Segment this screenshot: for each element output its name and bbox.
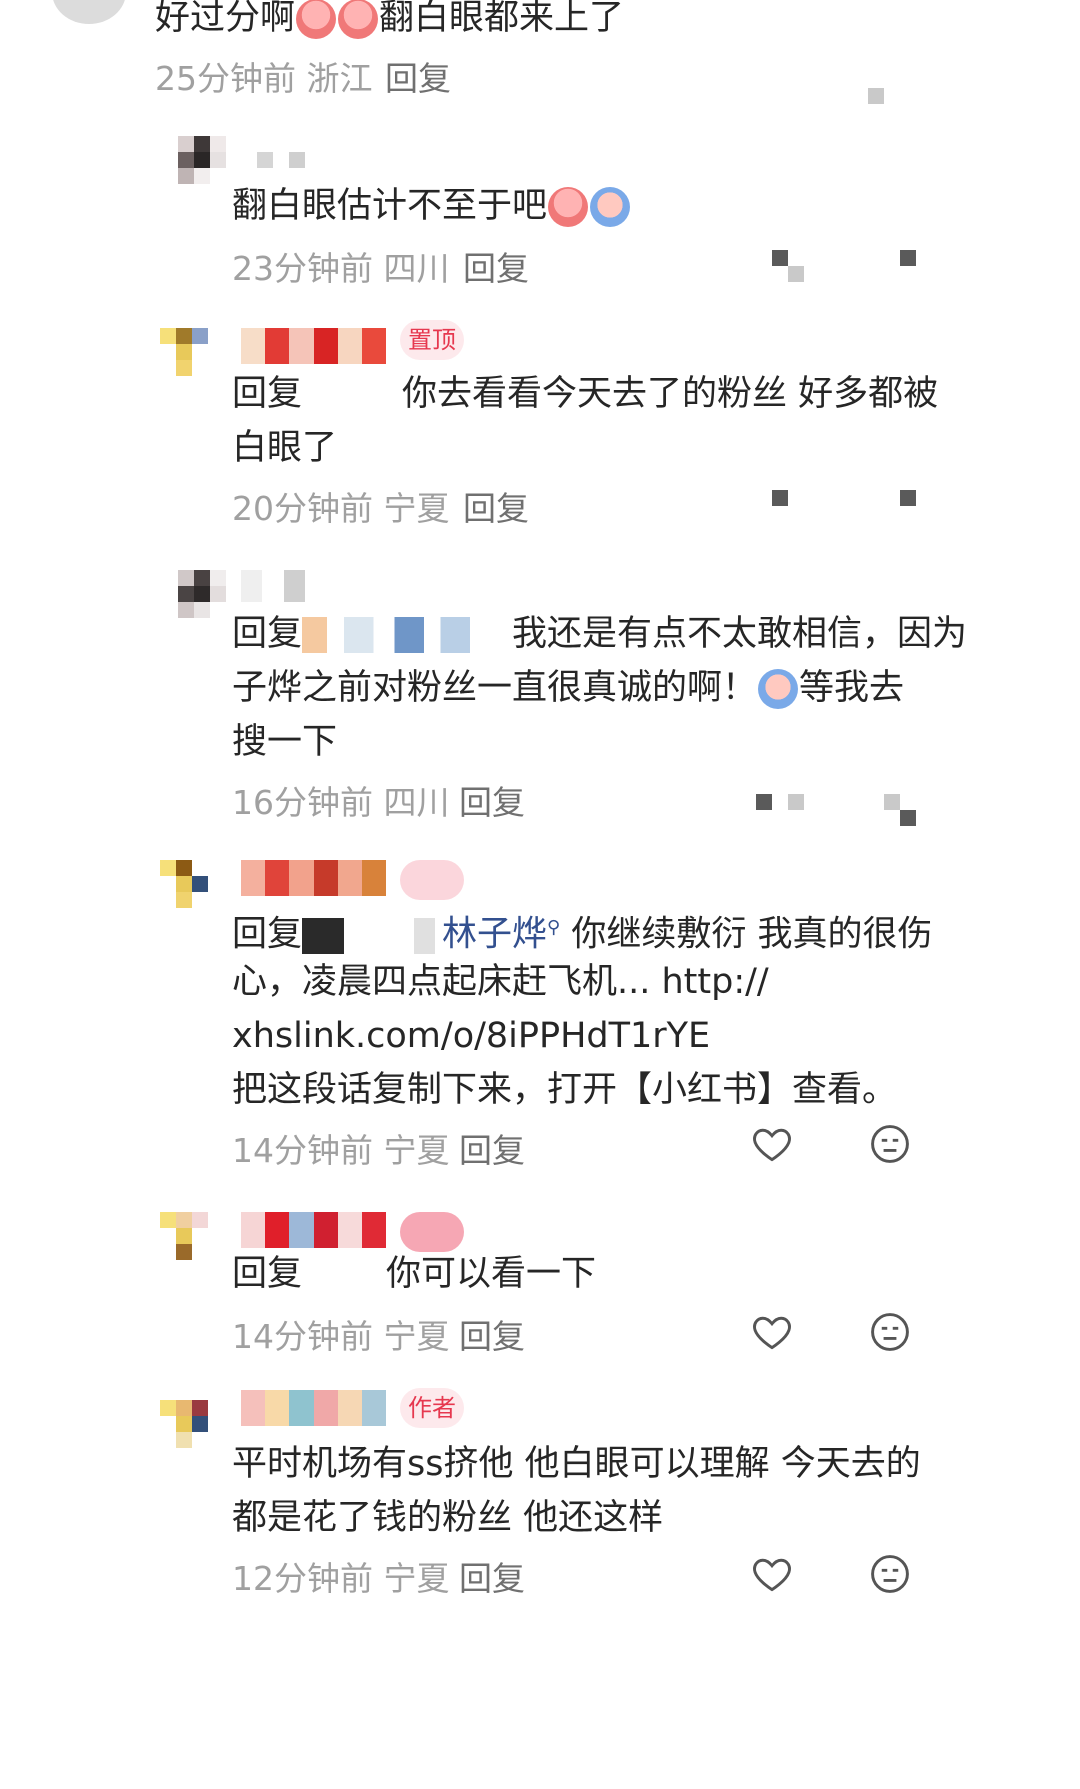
timestamp: 14分钟前 [232,1317,373,1356]
avatar[interactable] [178,136,226,184]
comment-text-part: 你去看看今天去了的粉丝 好多都被 [402,374,939,414]
reply-button[interactable]: 回复 [459,1552,525,1600]
comment-meta: 14分钟前 宁夏 [232,1124,450,1172]
timestamp: 25分钟前 [155,59,296,98]
comment-meta: 25分钟前 浙江 [155,52,373,100]
avatar[interactable] [160,1400,208,1448]
comment-text-part: 等我去 [799,668,905,708]
comment-meta: 12分钟前 宁夏 [232,1552,450,1600]
comment-text: 翻白眼估计不至于吧 [232,176,631,236]
avatar[interactable] [52,0,126,24]
sob-emoji-icon [590,187,631,227]
cry-emoji-icon [338,0,379,39]
mention-redacted [302,917,443,954]
pixel-artifact [788,266,804,282]
username-redacted[interactable] [241,860,387,896]
mention-redacted [302,617,513,653]
pixel-artifact [772,250,788,266]
timestamp: 20分钟前 [232,489,373,528]
heart-icon[interactable] [750,1552,794,1596]
pixel-artifact [900,810,916,826]
meh-icon[interactable] [868,1310,912,1354]
avatar[interactable] [178,570,226,618]
comment-text: 好过分啊 翻白眼都来上了 [155,0,624,48]
location: 宁夏 [383,1131,450,1170]
timestamp: 14分钟前 [232,1131,373,1170]
timestamp: 16分钟前 [232,783,373,822]
comment-text: 白眼了 [232,428,338,468]
comment-text: 心，凌晨四点起床赶飞机... http:// [232,962,769,1002]
reply-button[interactable]: 回复 [459,1310,525,1358]
comment-text-part: 子烨之前对粉丝一直很真诚的啊！ [232,668,758,708]
avatar[interactable] [160,328,208,376]
comment-meta: 14分钟前 宁夏 [232,1310,450,1358]
heart-icon[interactable] [750,1122,794,1166]
timestamp: 23分钟前 [232,249,373,288]
comment-text: 子烨之前对粉丝一直很真诚的啊！ 等我去 [232,658,904,718]
mention-redacted [302,377,402,413]
location: 四川 [383,249,450,288]
comment-text: 回复 我还是有点不太敢相信，因为 [232,604,967,664]
location: 浙江 [306,59,373,98]
comment-text: 平时机场有ss挤他 他白眼可以理解 今天去的 [232,1444,921,1484]
comment-text-part: 你继续敷衍 我真的很伤 [571,914,933,955]
avatar[interactable] [160,1212,208,1260]
comment-text-part: 翻白眼估计不至于吧 [232,186,548,226]
mention-link[interactable]: 林子烨 [442,915,547,955]
location: 宁夏 [383,1559,450,1598]
pixel-artifact [900,490,916,506]
cry-emoji-icon [296,0,337,39]
heart-icon[interactable] [750,1310,794,1354]
meh-icon[interactable] [868,1122,912,1166]
location: 宁夏 [383,489,450,528]
comment-text-part: 好过分啊 [155,0,296,38]
comment-meta: 16分钟前 四川 [232,776,450,824]
location: 四川 [383,783,450,822]
pixel-artifact [884,794,900,810]
reply-button[interactable]: 回复 [459,776,525,824]
mention-redacted [302,1257,386,1293]
location: 宁夏 [383,1317,450,1356]
pinned-tag [400,860,464,900]
comment-link[interactable]: xhslink.com/o/8iPPHdT1rYE [232,1006,710,1066]
reply-button[interactable]: 回复 [385,52,451,100]
comment-text: 都是花了钱的粉丝 他还这样 [232,1498,664,1538]
username-redacted[interactable] [241,1212,387,1248]
reply-button[interactable]: 回复 [463,482,529,530]
comment-text: 把这段话复制下来，打开【小红书】查看。 [232,1070,898,1110]
username-redacted[interactable] [241,328,387,364]
reply-button[interactable]: 回复 [459,1124,525,1172]
reply-prefix: 回复 [232,614,303,654]
reply-prefix: 回复 [232,374,303,414]
comment-text: 回复 你去看看今天去了的粉丝 好多都被 [232,364,938,424]
avatar[interactable] [160,860,208,908]
comment-text: 回复 你可以看一下 [232,1244,596,1304]
comment-text-part: 翻白眼都来上了 [379,0,625,38]
username-redacted[interactable] [241,570,305,602]
pixel-artifact [900,250,916,266]
author-tag: 作者 [400,1388,464,1428]
pixel-artifact [868,88,884,104]
comment-text: 搜一下 [232,722,338,762]
pixel-artifact [756,794,772,810]
pinned-tag: 置顶 [400,320,464,360]
reply-prefix: 回复 [232,914,303,955]
timestamp: 12分钟前 [232,1559,373,1598]
pixel-artifact [772,490,788,506]
reply-prefix: 回复 [232,1254,303,1294]
comment-meta: 20分钟前 宁夏 [232,482,450,530]
search-icon: ⚲ [547,917,561,938]
sob-emoji-icon [758,669,799,709]
meh-icon[interactable] [868,1552,912,1596]
pixel-artifact [788,794,804,810]
username-redacted[interactable] [241,1390,387,1426]
comment-text-part: 你可以看一下 [386,1254,597,1294]
cry-emoji-icon [548,187,589,227]
username-redacted[interactable] [257,152,305,168]
comment-text-part: 我还是有点不太敢相信，因为 [512,614,968,654]
reply-button[interactable]: 回复 [463,242,529,290]
comment-meta: 23分钟前 四川 [232,242,450,290]
